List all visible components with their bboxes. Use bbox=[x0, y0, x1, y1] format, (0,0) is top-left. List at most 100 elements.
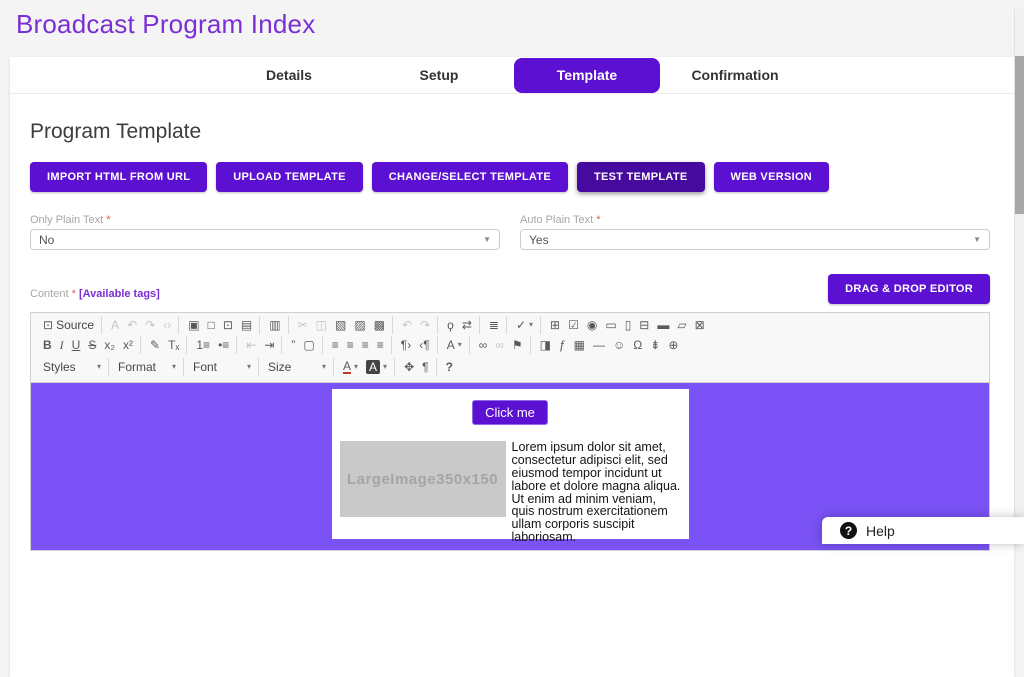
toolbar-text-field-button[interactable]: ▭ bbox=[602, 316, 619, 334]
toolbar-outdent-button: ⇤ bbox=[243, 336, 259, 354]
toolbar-new-page-button[interactable]: □ bbox=[205, 316, 218, 334]
vertical-scrollbar[interactable] bbox=[1014, 9, 1024, 544]
toolbar-bidi-ltr-button[interactable]: ¶› bbox=[398, 336, 414, 354]
toolbar-group: 1≡ •≡ bbox=[189, 336, 238, 354]
toolbar-group: ↶ ↷ bbox=[395, 316, 439, 334]
toolbar-maximize-button[interactable]: ✥ bbox=[401, 358, 417, 376]
toolbar-indent-button[interactable]: ⇥ bbox=[261, 336, 277, 354]
toolbar-uncomment-button: ‹› bbox=[160, 316, 174, 334]
toolbar-image-button[interactable]: ◨ bbox=[537, 336, 554, 354]
card-body: Program Template IMPORT HTML FROM URL UPL… bbox=[10, 120, 1014, 551]
chevron-down-icon: ▾ bbox=[96, 362, 101, 371]
required-asterisk: * bbox=[106, 214, 111, 226]
toolbar-table-button[interactable]: ▦ bbox=[571, 336, 588, 354]
toolbar-hidden-field-button[interactable]: ⊠ bbox=[692, 316, 708, 334]
toolbar-div-container-button[interactable]: ▢ bbox=[300, 336, 317, 354]
drag-drop-editor-button[interactable]: DRAG & DROP EDITOR bbox=[828, 274, 990, 304]
toolbar-align-right-button[interactable]: ≡ bbox=[359, 336, 372, 354]
toolbar-select-field-button[interactable]: ⊟ bbox=[636, 316, 652, 334]
toolbar-bidi-rtl-button[interactable]: ‹¶ bbox=[416, 336, 432, 354]
import-html-from-url-button[interactable]: IMPORT HTML FROM URL bbox=[30, 162, 208, 192]
toolbar-about-button[interactable]: ? bbox=[443, 358, 456, 376]
toolbar-bg-color-button[interactable]: A ▾ bbox=[363, 358, 390, 376]
select-all-icon: ≣ bbox=[488, 318, 499, 332]
toolbar-align-center-button[interactable]: ≡ bbox=[344, 336, 357, 354]
help-button[interactable]: ? Help bbox=[822, 517, 1024, 544]
blockquote-icon: ” bbox=[291, 338, 296, 352]
toolbar-horizontal-rule-button[interactable]: — bbox=[590, 336, 608, 354]
toolbar-format-dropdown[interactable]: Format ▾ bbox=[115, 358, 179, 376]
tab-template[interactable]: Template bbox=[514, 58, 660, 93]
scrollbar-thumb[interactable] bbox=[1015, 56, 1024, 214]
toolbar-align-left-button[interactable]: ≡ bbox=[329, 336, 342, 354]
toolbar-link-button[interactable]: ∞ bbox=[476, 336, 491, 354]
available-tags-link[interactable]: [Available tags] bbox=[79, 288, 160, 300]
size-label: Size bbox=[268, 360, 292, 374]
toolbar-underline-button[interactable]: U bbox=[69, 336, 84, 354]
tab-confirmation[interactable]: Confirmation bbox=[660, 58, 810, 92]
toolbar-strikethrough-button[interactable]: S bbox=[85, 336, 99, 354]
toolbar-save-button[interactable]: ▣ bbox=[185, 316, 202, 334]
superscript-icon: x² bbox=[123, 338, 134, 352]
toolbar-italic-button[interactable]: I bbox=[57, 336, 67, 354]
toolbar-image-button-button[interactable]: ▱ bbox=[674, 316, 689, 334]
toolbar-remove-format-button[interactable]: Tₓ bbox=[165, 336, 182, 354]
toolbar-preview-button[interactable]: ⊡ bbox=[220, 316, 236, 334]
auto-plain-text-select[interactable]: Yes ▼ bbox=[520, 229, 990, 250]
toolbar-superscript-button[interactable]: x² bbox=[120, 336, 136, 354]
toolbar-smiley-button[interactable]: ☺ bbox=[610, 336, 628, 354]
toolbar-bulleted-list-button[interactable]: •≡ bbox=[215, 336, 232, 354]
toolbar-anchor-button[interactable]: ⚑ bbox=[509, 336, 526, 354]
toolbar-button-field-button[interactable]: ▬ bbox=[654, 316, 672, 334]
language-icon: A bbox=[446, 338, 455, 352]
toolbar-textarea-button[interactable]: ▯ bbox=[622, 316, 635, 334]
auto-plain-text-field: Auto Plain Text * Yes ▼ bbox=[520, 214, 990, 250]
toolbar-find-button[interactable]: ϙ bbox=[444, 316, 457, 334]
toolbar-copy-formatting-button[interactable]: ✎ bbox=[147, 336, 163, 354]
toolbar-language-button[interactable]: A ▾ bbox=[444, 336, 465, 354]
toolbar-numbered-list-button[interactable]: 1≡ bbox=[193, 336, 213, 354]
click-me-button[interactable]: Click me bbox=[472, 400, 548, 425]
toolbar-source-button[interactable]: ⊡ Source bbox=[40, 316, 97, 334]
toolbar-page-break-button[interactable]: ⇟ bbox=[647, 336, 663, 354]
chevron-down-icon: ▼ bbox=[483, 235, 491, 244]
toolbar-replace-button[interactable]: ⇄ bbox=[459, 316, 475, 334]
tab-setup[interactable]: Setup bbox=[364, 58, 514, 92]
toolbar-show-blocks-button[interactable]: ¶ bbox=[419, 358, 431, 376]
toolbar-paste-word-button[interactable]: ▩ bbox=[371, 316, 388, 334]
change-select-template-button[interactable]: CHANGE/SELECT TEMPLATE bbox=[371, 162, 568, 192]
toolbar-templates-button[interactable]: ▥ bbox=[266, 316, 283, 334]
toolbar-special-char-button[interactable]: Ω bbox=[630, 336, 645, 354]
toolbar-text-color-button[interactable]: A ▾ bbox=[340, 358, 361, 376]
toolbar-size-dropdown[interactable]: Size ▾ bbox=[265, 358, 329, 376]
toolbar-font-dropdown[interactable]: Font ▾ bbox=[190, 358, 254, 376]
web-version-button[interactable]: WEB VERSION bbox=[713, 162, 830, 192]
toolbar-paste-text-button[interactable]: ▨ bbox=[351, 316, 368, 334]
toolbar-checkbox-button[interactable]: ☑ bbox=[565, 316, 582, 334]
only-plain-text-label: Only Plain Text * bbox=[30, 214, 500, 226]
toolbar-spell-check-button[interactable]: ✓ ▾ bbox=[513, 316, 536, 334]
toolbar-bold-button[interactable]: B bbox=[40, 336, 55, 354]
toolbar-subscript-button[interactable]: x₂ bbox=[101, 336, 118, 354]
toolbar-iframe-button[interactable]: ⊕ bbox=[665, 336, 681, 354]
upload-template-button[interactable]: UPLOAD TEMPLATE bbox=[216, 162, 363, 192]
toolbar-form-button[interactable]: ⊞ bbox=[547, 316, 563, 334]
test-template-button[interactable]: TEST TEMPLATE bbox=[576, 162, 705, 192]
toolbar-radio-button[interactable]: ◉ bbox=[584, 316, 600, 334]
tab-details[interactable]: Details bbox=[214, 58, 364, 92]
bold-icon: B bbox=[43, 338, 52, 352]
toolbar-blockquote-button[interactable]: ” bbox=[288, 336, 298, 354]
toolbar-print-button[interactable]: ▤ bbox=[238, 316, 255, 334]
only-plain-text-select[interactable]: No ▼ bbox=[30, 229, 500, 250]
toolbar-paste-button[interactable]: ▧ bbox=[332, 316, 349, 334]
toolbar-styles-dropdown[interactable]: Styles ▾ bbox=[40, 358, 104, 376]
toolbar-justify-button[interactable]: ≡ bbox=[374, 336, 387, 354]
toolbar-redo-button: ↷ bbox=[417, 316, 433, 334]
search-code-icon: A bbox=[111, 318, 120, 332]
toolbar-comment-button: ↷ bbox=[142, 316, 158, 334]
toolbar-select-all-button[interactable]: ≣ bbox=[486, 316, 502, 334]
content-label: Content * [Available tags] bbox=[30, 288, 160, 304]
page-break-icon: ⇟ bbox=[650, 338, 661, 352]
align-center-icon: ≡ bbox=[346, 338, 354, 352]
toolbar-flash-button[interactable]: ƒ bbox=[556, 336, 569, 354]
